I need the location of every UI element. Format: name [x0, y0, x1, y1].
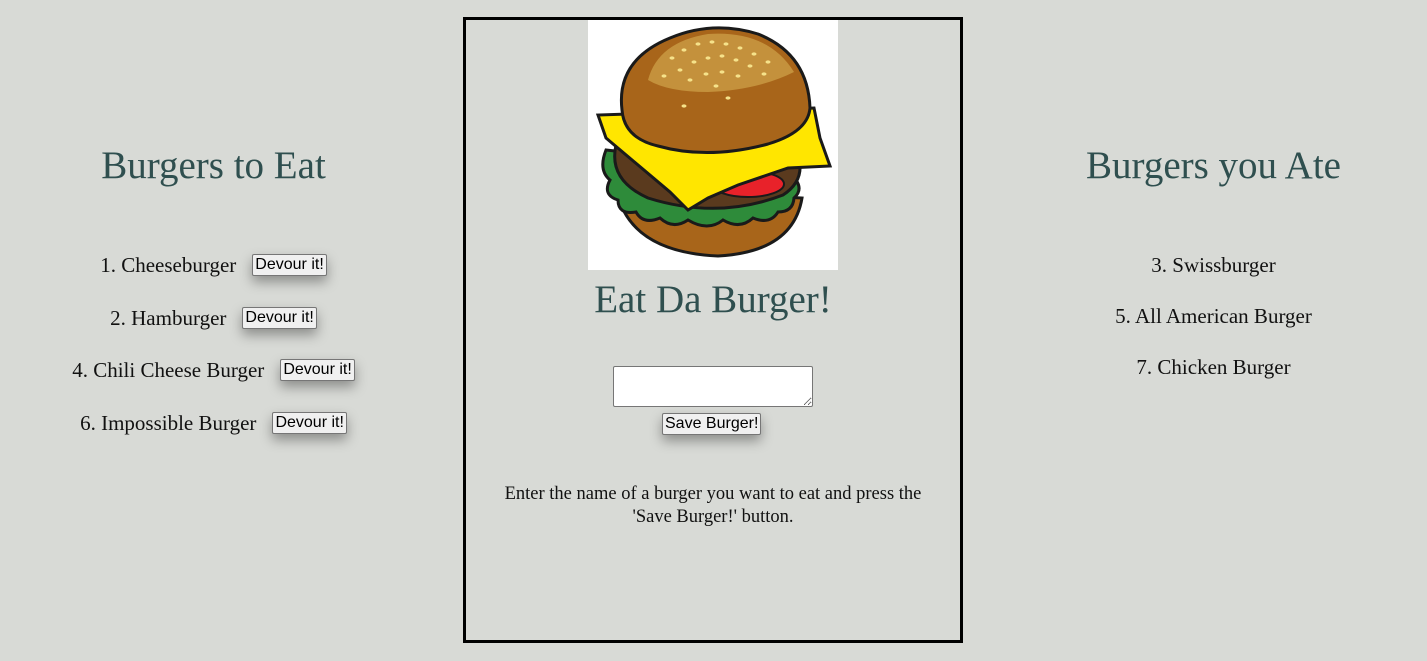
list-item: 7. Chicken Burger [1136, 355, 1291, 379]
burgers-to-eat-heading: Burgers to Eat [101, 144, 326, 187]
burgers-eaten-heading: Burgers you Ate [1086, 144, 1341, 187]
devour-button[interactable]: Devour it! [242, 306, 317, 329]
page-title: Eat Da Burger! [594, 278, 832, 321]
save-burger-button[interactable]: Save Burger! [662, 413, 762, 435]
burger-name: 2. Hamburger [110, 305, 227, 330]
burgers-to-eat-list: 1. Cheeseburger Devour it! 2. Hamburger … [0, 250, 427, 460]
burger-name: 1. Cheeseburger [100, 253, 237, 277]
burger-icon [595, 26, 833, 258]
list-item: 2. Hamburger Devour it! [0, 303, 427, 356]
list-item: 5. All American Burger [1115, 304, 1312, 328]
burger-name: 6. Impossible Burger [80, 410, 257, 435]
devour-button[interactable]: Devour it! [272, 411, 347, 434]
list-item: 3. Swissburger [1151, 253, 1276, 277]
list-item: 1. Cheeseburger Devour it! [0, 250, 427, 303]
instructions-text: Enter the name of a burger you want to e… [504, 484, 922, 527]
list-item: 6. Impossible Burger Devour it! [0, 408, 427, 461]
burger-illustration [588, 20, 838, 270]
burger-name: 4. Chili Cheese Burger [72, 358, 265, 382]
list-item: 4. Chili Cheese Burger Devour it! [0, 355, 427, 408]
burger-name-input[interactable] [613, 366, 813, 407]
devour-button[interactable]: Devour it! [252, 254, 327, 276]
burger-form-panel: Eat Da Burger! Save Burger! Enter the na… [463, 17, 963, 643]
page: Burgers to Eat 1. Cheeseburger Devour it… [0, 0, 1427, 661]
devour-button[interactable]: Devour it! [280, 359, 355, 381]
burgers-eaten-list: 3. Swissburger 5. All American Burger 7.… [1000, 250, 1427, 403]
